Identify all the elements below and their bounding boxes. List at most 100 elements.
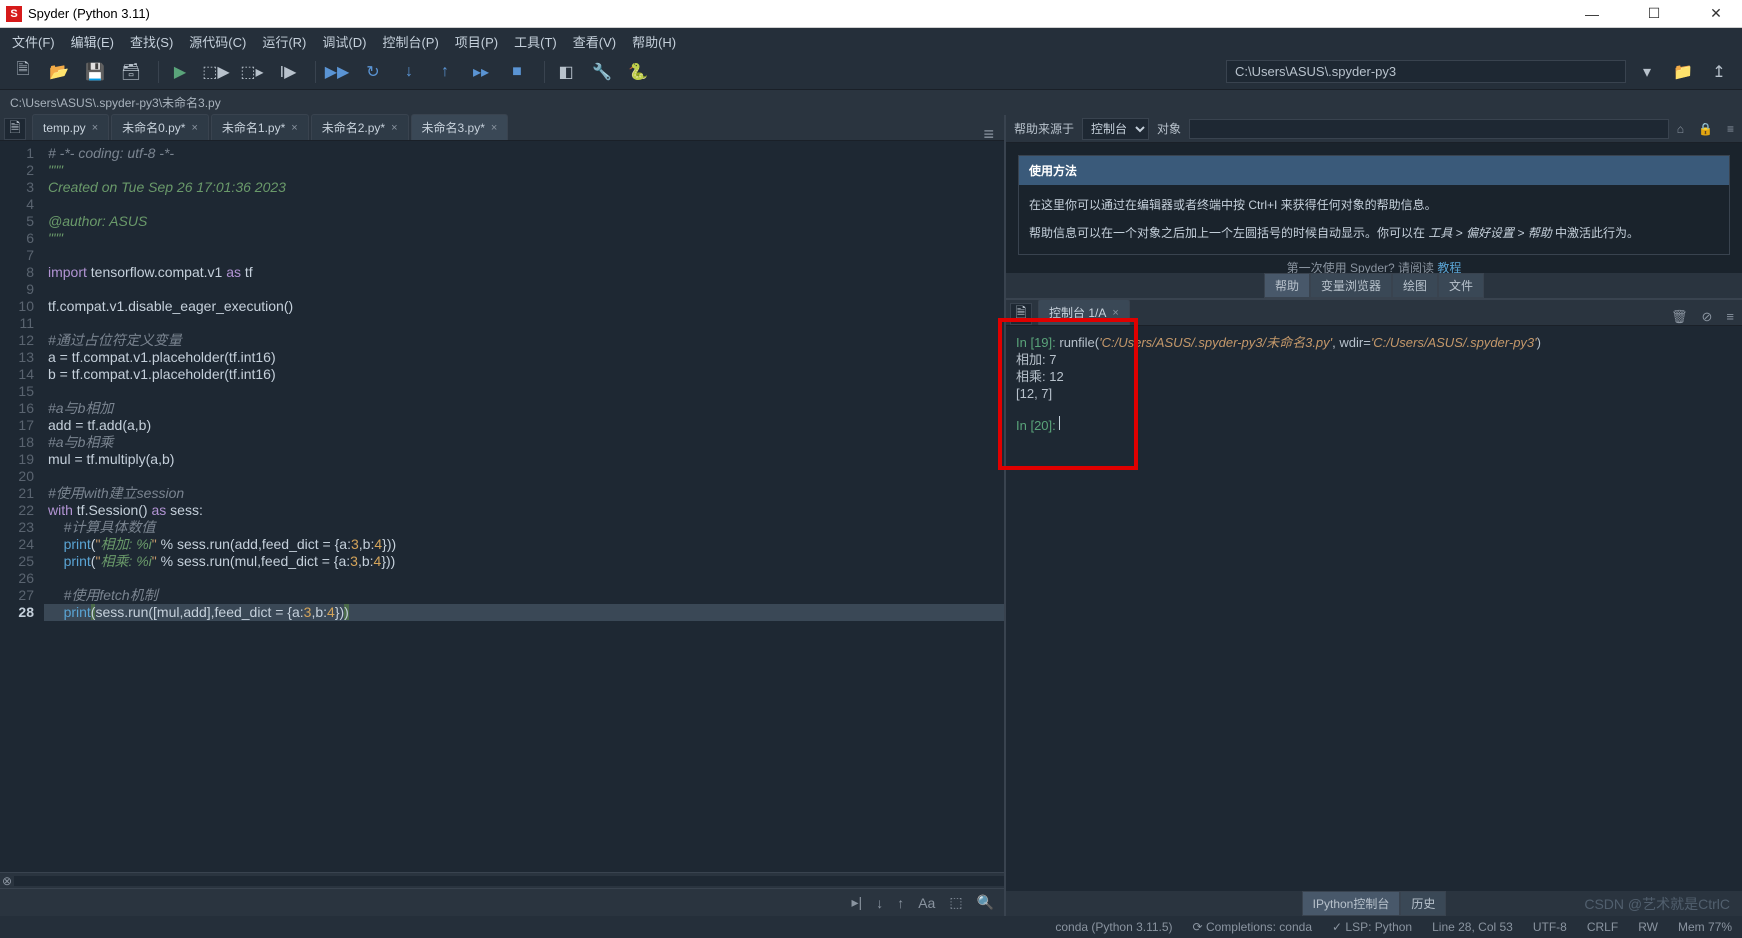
console-out3: [12, 7]: [1016, 385, 1732, 402]
menu-icon[interactable]: ≡: [1727, 122, 1734, 136]
help-body: 使用方法 在这里你可以通过在编辑器或者终端中按 Ctrl+I 来获得任何对象的帮…: [1006, 143, 1742, 273]
menu-调试[interactable]: 调试(D): [316, 30, 372, 53]
editor-tab[interactable]: 未命名2.py*×: [311, 114, 409, 140]
arrow-down-icon[interactable]: ↓: [876, 895, 883, 911]
parent-dir-icon[interactable]: ↥: [1704, 58, 1734, 86]
status-completions[interactable]: Completions: conda: [1206, 920, 1312, 934]
menu-项目[interactable]: 项目(P): [449, 30, 504, 53]
panel-tab-帮助[interactable]: 帮助: [1264, 273, 1310, 298]
help-source-select[interactable]: 控制台: [1082, 118, 1149, 140]
menu-源代码[interactable]: 源代码(C): [183, 30, 252, 53]
step-over-icon[interactable]: ↻: [358, 58, 388, 86]
debug-icon[interactable]: ▶▶: [322, 58, 352, 86]
maximize-button[interactable]: ☐: [1634, 4, 1674, 24]
minimize-button[interactable]: —: [1572, 4, 1612, 24]
lock-icon[interactable]: 🔒: [1698, 122, 1713, 136]
whole-word-icon[interactable]: ⬚: [949, 894, 962, 911]
console-out1: 相加: 7: [1016, 351, 1732, 368]
panel-tab-文件[interactable]: 文件: [1438, 273, 1484, 298]
menu-查看[interactable]: 查看(V): [567, 30, 622, 53]
menu-工具[interactable]: 工具(T): [508, 30, 563, 53]
status-encoding[interactable]: UTF-8: [1533, 920, 1567, 934]
home-icon[interactable]: ⌂: [1677, 122, 1684, 136]
status-lsp[interactable]: LSP: Python: [1345, 920, 1412, 934]
console-new-tab-button[interactable]: 🗎: [1010, 303, 1032, 325]
file-path-breadcrumb: C:\Users\ASUS\.spyder-py3\未命名3.py: [0, 90, 1742, 115]
status-eol[interactable]: CRLF: [1587, 920, 1618, 934]
titlebar: S Spyder (Python 3.11) — ☐ ✕: [0, 0, 1742, 28]
working-dir-input[interactable]: [1226, 60, 1626, 83]
stop-icon[interactable]: ■: [502, 58, 532, 86]
close-icon[interactable]: ×: [1112, 307, 1118, 319]
code-editor[interactable]: 1234567891011121314151617181920212223242…: [0, 141, 1004, 872]
console-tab[interactable]: 控制台 1/A×: [1038, 299, 1130, 325]
new-file-icon[interactable]: 🗎: [8, 58, 38, 86]
close-icon[interactable]: ×: [391, 122, 397, 134]
editor-tab[interactable]: 未命名3.py*×: [411, 114, 509, 140]
scroll-close-icon[interactable]: ⊗: [0, 874, 14, 888]
case-sensitive-icon[interactable]: Aa: [918, 895, 935, 911]
editor-tabs: 🗎 temp.py×未命名0.py*×未命名1.py*×未命名2.py*×未命名…: [0, 115, 1004, 141]
new-tab-button[interactable]: 🗎: [4, 118, 26, 140]
watermark: CSDN @艺术就是CtrlC: [1584, 894, 1730, 914]
help-bar: 帮助来源于 控制台 对象 ⌂ 🔒 ≡: [1006, 115, 1742, 143]
continue-icon[interactable]: ▸▸: [466, 58, 496, 86]
dropdown-icon[interactable]: ▾: [1632, 58, 1662, 86]
panel-tab-绘图[interactable]: 绘图: [1392, 273, 1438, 298]
editor-tab[interactable]: temp.py×: [32, 114, 109, 140]
menu-文件[interactable]: 文件(F): [6, 30, 61, 53]
status-position[interactable]: Line 28, Col 53: [1432, 920, 1513, 934]
regex-icon[interactable]: 🔍: [977, 894, 994, 911]
run-cell-icon[interactable]: ⬚▶: [201, 58, 231, 86]
console-output[interactable]: In [19]: runfile('C:/Users/ASUS/.spyder-…: [1006, 326, 1742, 891]
saveall-icon[interactable]: 🗃: [116, 58, 146, 86]
close-icon[interactable]: ×: [491, 122, 497, 134]
run-selection-icon[interactable]: I▶: [273, 58, 303, 86]
status-mem[interactable]: Mem 77%: [1678, 920, 1732, 934]
run-cell-advance-icon[interactable]: ⬚▸: [237, 58, 267, 86]
editor-tab[interactable]: 未命名1.py*×: [211, 114, 309, 140]
step-out-icon[interactable]: ↑: [430, 58, 460, 86]
close-icon[interactable]: ×: [191, 122, 197, 134]
tab-options-icon[interactable]: ≡: [977, 128, 1000, 140]
menu-查找[interactable]: 查找(S): [124, 30, 179, 53]
editor-scrollbar[interactable]: ⊗: [0, 872, 1004, 888]
goto-line-icon[interactable]: ▸|: [852, 894, 863, 911]
browse-dir-icon[interactable]: 📁: [1668, 58, 1698, 86]
interrupt-icon[interactable]: ⊘: [1702, 309, 1713, 325]
close-icon[interactable]: ×: [92, 122, 98, 134]
app-icon: S: [6, 6, 22, 22]
help-object-input[interactable]: [1189, 119, 1669, 139]
step-into-icon[interactable]: ↓: [394, 58, 424, 86]
console-out2: 相乘: 12: [1016, 368, 1732, 385]
open-file-icon[interactable]: 📂: [44, 58, 74, 86]
status-conda[interactable]: conda (Python 3.11.5): [1055, 920, 1172, 934]
editor-tab[interactable]: 未命名0.py*×: [111, 114, 209, 140]
bottom-tab-IPython控制台[interactable]: IPython控制台: [1302, 891, 1401, 916]
console-tabs: 🗎 控制台 1/A× 🗑 ⊘ ≡: [1006, 300, 1742, 326]
menu-编辑[interactable]: 编辑(E): [65, 30, 120, 53]
help-line2: 帮助信息可以在一个对象之后加上一个左圆括号的时候自动显示。你可以在 工具 > 偏…: [1029, 223, 1719, 243]
maximize-pane-icon[interactable]: ◧: [551, 58, 581, 86]
panel-tab-变量浏览器[interactable]: 变量浏览器: [1310, 273, 1392, 298]
preferences-icon[interactable]: 🔧: [587, 58, 617, 86]
close-icon[interactable]: ×: [291, 122, 297, 134]
tutorial-link[interactable]: 教程: [1437, 261, 1461, 273]
menu-帮助[interactable]: 帮助(H): [626, 30, 682, 53]
python-path-icon[interactable]: 🐍: [623, 58, 653, 86]
toolbar: 🗎 📂 💾 🗃 ▶ ⬚▶ ⬚▸ I▶ ▶▶ ↻ ↓ ↑ ▸▸ ■ ◧ 🔧 🐍 ▾…: [0, 54, 1742, 90]
panel-tabs: 帮助变量浏览器绘图文件: [1006, 273, 1742, 298]
menu-控制台[interactable]: 控制台(P): [376, 30, 444, 53]
save-icon[interactable]: 💾: [80, 58, 110, 86]
run-icon[interactable]: ▶: [165, 58, 195, 86]
close-button[interactable]: ✕: [1696, 4, 1736, 24]
help-title: 使用方法: [1019, 156, 1729, 185]
help-source-label: 帮助来源于: [1014, 120, 1074, 137]
console-menu-icon[interactable]: ≡: [1726, 309, 1734, 325]
menu-运行[interactable]: 运行(R): [256, 30, 312, 53]
status-rw[interactable]: RW: [1638, 920, 1658, 934]
help-footer: 第一次使用 Spyder? 请阅读 教程: [1018, 259, 1730, 273]
bottom-tab-历史[interactable]: 历史: [1400, 891, 1446, 916]
trash-icon[interactable]: 🗑: [1671, 309, 1688, 325]
arrow-up-icon[interactable]: ↑: [897, 895, 904, 911]
